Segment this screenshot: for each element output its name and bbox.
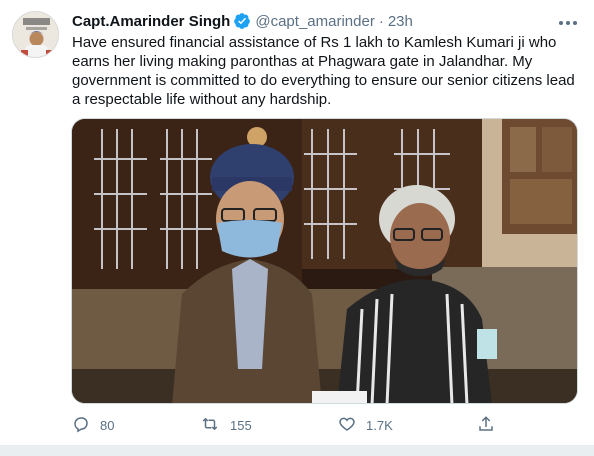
- verified-badge-icon: [233, 12, 251, 30]
- retweet-button[interactable]: 155: [200, 413, 252, 437]
- tweet-actions: 80 155 1.7K: [72, 413, 502, 437]
- more-horizontal-icon[interactable]: [558, 13, 578, 27]
- timeline-divider: [0, 445, 594, 456]
- tweet-photo[interactable]: [71, 118, 578, 404]
- author-name[interactable]: Capt.Amarinder Singh: [72, 13, 230, 30]
- like-button[interactable]: 1.7K: [338, 413, 393, 437]
- reply-button[interactable]: 80: [72, 413, 114, 437]
- avatar[interactable]: [12, 11, 59, 58]
- retweet-count: 155: [230, 417, 252, 433]
- retweet-icon: [200, 415, 230, 436]
- separator-dot: ·: [378, 12, 384, 30]
- like-count: 1.7K: [366, 417, 393, 433]
- tweet-timestamp[interactable]: 23h: [388, 13, 413, 30]
- tweet-header: Capt.Amarinder Singh @capt_amarinder · 2…: [72, 11, 580, 31]
- heart-icon: [338, 415, 366, 436]
- tweet-card[interactable]: Capt.Amarinder Singh @capt_amarinder · 2…: [0, 0, 594, 445]
- author-handle[interactable]: @capt_amarinder: [255, 13, 374, 30]
- reply-icon: [72, 415, 100, 436]
- share-button[interactable]: [477, 413, 505, 437]
- reply-count: 80: [100, 417, 115, 433]
- tweet-text: Have ensured financial assistance of Rs …: [72, 34, 575, 108]
- share-icon: [477, 415, 505, 436]
